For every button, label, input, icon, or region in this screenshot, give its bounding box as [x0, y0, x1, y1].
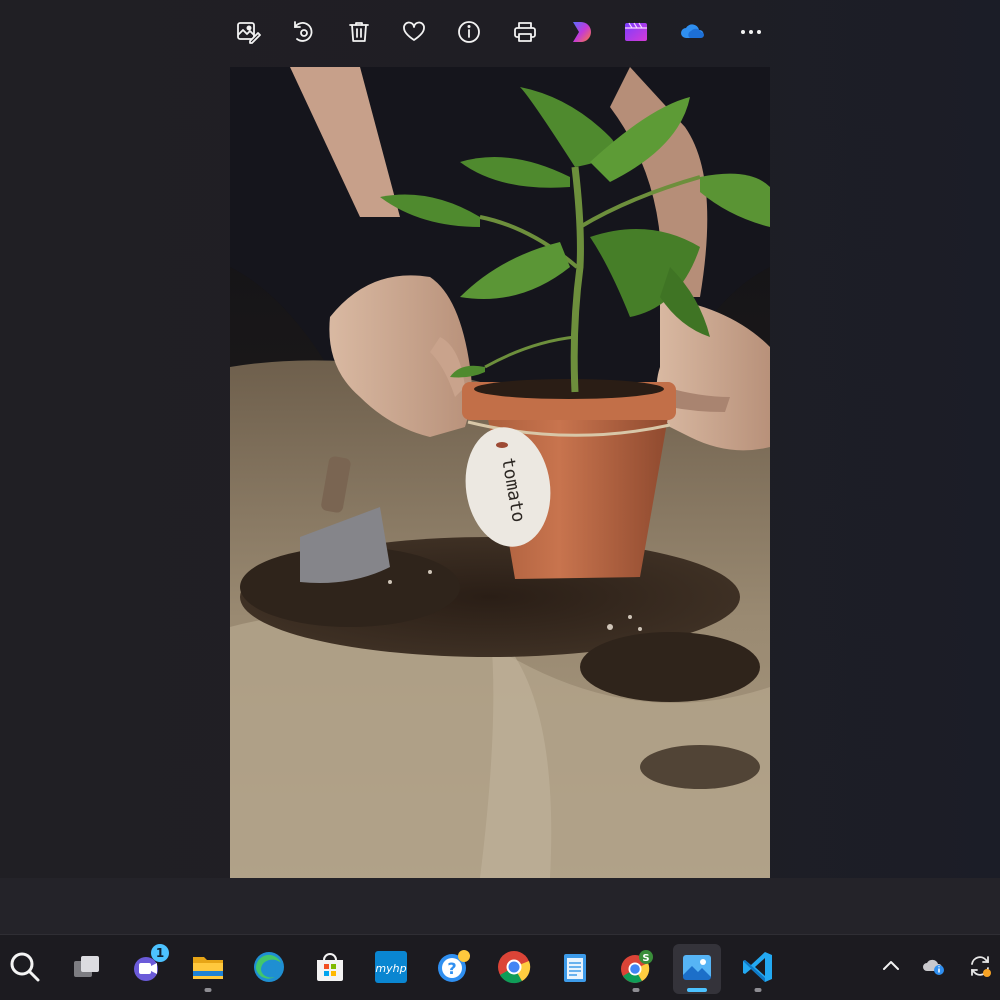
favorite-button[interactable] — [392, 12, 436, 56]
clipchamp-icon — [622, 18, 650, 50]
file-info-button[interactable] — [447, 12, 491, 56]
vscode-running-indicator — [754, 988, 762, 992]
taskbar-get-help-button[interactable]: ? — [429, 944, 477, 994]
teams-notification-badge: 1 — [151, 944, 169, 962]
designer-icon — [567, 18, 595, 50]
chrome-profile-letter: S — [642, 953, 649, 964]
taskbar: 1 myhp ? S — [0, 934, 1000, 1000]
sync-update-button[interactable] — [960, 944, 1000, 992]
rotate-button[interactable] — [281, 12, 325, 56]
taskbar-chrome-profile-button[interactable]: S — [612, 944, 660, 994]
show-hidden-icons-button[interactable] — [871, 944, 911, 992]
svg-text:?: ? — [447, 959, 456, 978]
onedrive-button[interactable] — [670, 12, 714, 56]
store-icon — [312, 949, 348, 989]
help-icon: ? — [435, 949, 471, 989]
more-options-button[interactable] — [729, 12, 773, 56]
edge-icon — [251, 949, 287, 989]
file-explorer-running-indicator — [204, 988, 212, 992]
edit-image-icon — [235, 19, 261, 49]
myhp-icon: myhp — [373, 949, 409, 989]
taskbar-search-button[interactable] — [1, 944, 49, 994]
viewer-bottom-strip — [0, 878, 1000, 934]
taskbar-myhp-button[interactable]: myhp — [367, 944, 415, 994]
info-icon — [456, 19, 482, 49]
printer-icon — [512, 19, 538, 49]
photos-icon — [679, 949, 715, 989]
folder-icon — [190, 949, 226, 989]
chrome-profile-running-indicator — [632, 988, 640, 992]
vscode-icon — [740, 949, 776, 989]
taskbar-chrome-button[interactable] — [490, 944, 538, 994]
displayed-photo: tomato — [230, 67, 770, 878]
task-view-icon — [68, 949, 104, 989]
taskbar-store-button[interactable] — [306, 944, 354, 994]
designer-button[interactable] — [559, 12, 603, 56]
sync-icon — [967, 953, 993, 983]
chrome-icon — [496, 949, 532, 989]
cloud-info-icon — [921, 953, 947, 983]
taskbar-teams-button[interactable]: 1 — [123, 944, 171, 994]
myhp-label: myhp — [375, 962, 406, 975]
taskbar-notepad-button[interactable] — [551, 944, 599, 994]
clipchamp-button[interactable] — [614, 12, 658, 56]
photos-active-indicator — [687, 988, 707, 992]
search-icon — [7, 949, 43, 989]
print-button[interactable] — [503, 12, 547, 56]
trash-icon — [346, 19, 372, 49]
notepad-icon — [557, 949, 593, 989]
rotate-icon — [290, 19, 316, 49]
delete-button[interactable] — [337, 12, 381, 56]
more-options-icon — [738, 19, 764, 49]
taskbar-vscode-button[interactable] — [734, 944, 782, 994]
heart-icon — [401, 19, 427, 49]
photo-viewer-window: tomato — [0, 0, 1000, 878]
onedrive-status-button[interactable] — [914, 944, 954, 992]
chrome-profile-icon: S — [618, 949, 654, 989]
onedrive-cloud-icon — [678, 18, 706, 50]
taskbar-file-explorer-button[interactable] — [184, 944, 232, 994]
taskbar-photos-button[interactable] — [673, 944, 721, 994]
viewer-toolbar — [0, 12, 1000, 56]
taskbar-task-view-button[interactable] — [62, 944, 110, 994]
taskbar-edge-button[interactable] — [245, 944, 293, 994]
chevron-up-icon — [878, 953, 904, 983]
edit-image-button[interactable] — [226, 12, 270, 56]
